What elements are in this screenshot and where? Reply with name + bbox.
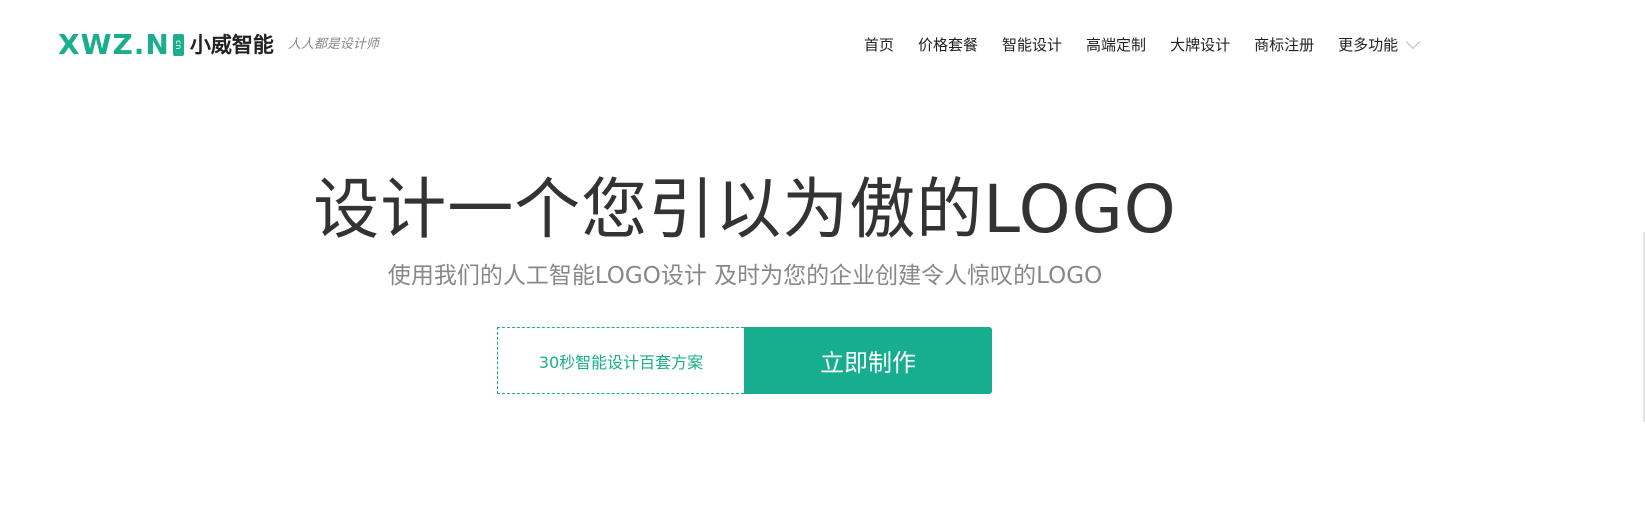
nav-item-brand-design[interactable]: 大牌设计 bbox=[1170, 33, 1230, 57]
main-nav: 首页 价格套餐 智能设计 高端定制 大牌设计 商标注册 更多功能 bbox=[864, 33, 1421, 57]
logo-mark: XWZ.N bbox=[58, 28, 170, 61]
nav-more-label: 更多功能 bbox=[1338, 36, 1399, 54]
chevron-down-icon bbox=[1406, 34, 1421, 50]
make-now-button[interactable]: 立即制作 bbox=[744, 327, 992, 394]
brand-name: 小威智能 bbox=[189, 33, 274, 57]
cta-group: 30秒智能设计百套方案 立即制作 bbox=[497, 327, 992, 394]
nav-item-home[interactable]: 首页 bbox=[864, 33, 894, 57]
cta-note: 30秒智能设计百套方案 bbox=[497, 327, 744, 394]
nav-item-smart-design[interactable]: 智能设计 bbox=[1002, 33, 1062, 57]
nav-item-pricing[interactable]: 价格套餐 bbox=[918, 33, 978, 57]
brand-slogan: 人人都是设计师 bbox=[287, 37, 379, 52]
nav-item-custom[interactable]: 高端定制 bbox=[1086, 33, 1146, 57]
header: XWZ.N cn 小威智能 人人都是设计师 首页 价格套餐 智能设计 高端定制 … bbox=[0, 0, 1645, 90]
nav-item-trademark[interactable]: 商标注册 bbox=[1254, 33, 1314, 57]
nav-item-more[interactable]: 更多功能 bbox=[1338, 33, 1421, 57]
brand-logo[interactable]: XWZ.N cn 小威智能 人人都是设计师 bbox=[58, 30, 379, 60]
logo-cn-tag: cn bbox=[172, 34, 184, 56]
hero-subtitle: 使用我们的人工智能LOGO设计 及时为您的企业创建令人惊叹的LOGO bbox=[387, 263, 1103, 289]
page: XWZ.N cn 小威智能 人人都是设计师 首页 价格套餐 智能设计 高端定制 … bbox=[0, 0, 1645, 522]
hero-title: 设计一个您引以为傲的LOGO bbox=[313, 171, 1177, 248]
